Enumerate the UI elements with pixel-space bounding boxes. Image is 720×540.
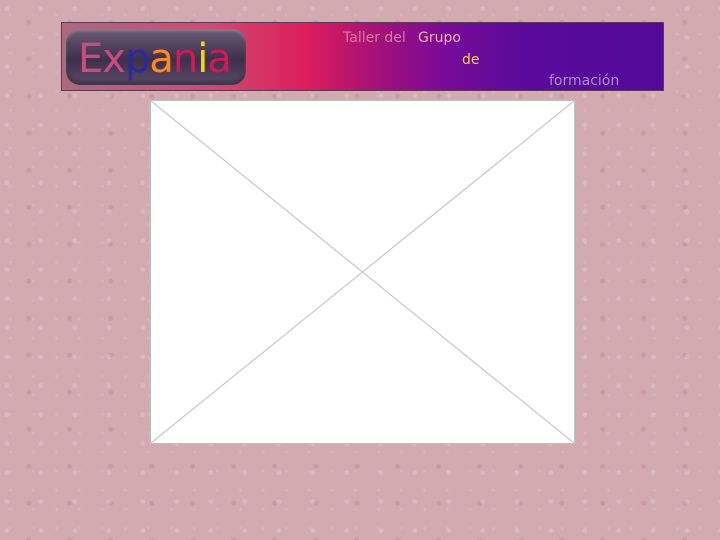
title-de: de (462, 52, 480, 68)
logo-letter: p (124, 36, 150, 82)
logo-letter: a (149, 36, 173, 82)
image-placeholder (150, 100, 575, 444)
logo: Expania (66, 29, 246, 85)
title-formacion: formación (549, 73, 620, 89)
logo-letter: E (78, 36, 103, 82)
logo-letter: n (172, 36, 198, 82)
title-taller: Taller del (343, 30, 406, 46)
missing-image-placeholder-icon (151, 101, 574, 443)
title-grupo: Grupo (418, 30, 461, 46)
logo-letter: x (102, 36, 126, 82)
logo-letter: i (197, 36, 208, 82)
header-banner: Expania Taller del Grupo de formación (61, 22, 664, 91)
logo-text: Expania (78, 35, 232, 83)
logo-letter: a (207, 36, 231, 82)
